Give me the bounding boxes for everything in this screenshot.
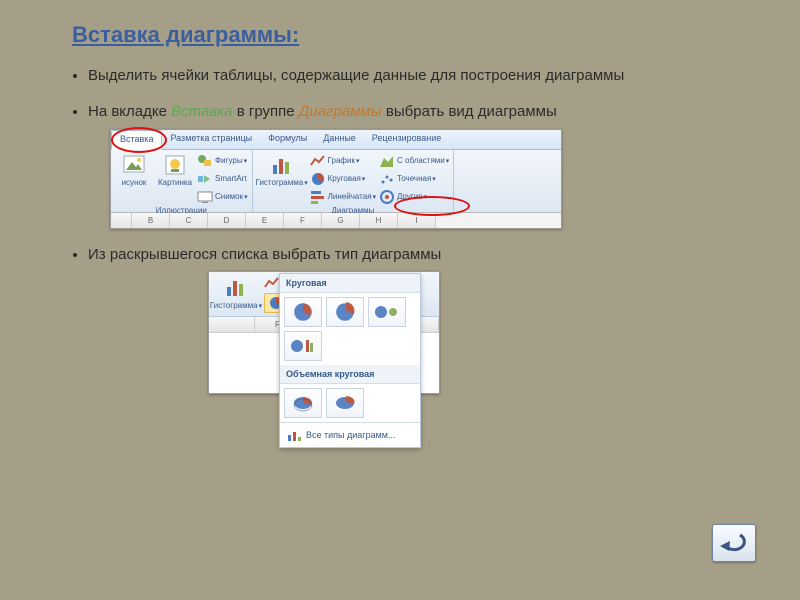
slide-title: Вставка диаграммы: (0, 0, 800, 56)
other-charts-button[interactable]: Другие (379, 189, 449, 205)
clipart-button[interactable]: Картинка (156, 153, 194, 187)
other-charts-icon (379, 189, 395, 205)
bullet-list: Выделить ячейки таблицы, содержащие данн… (0, 66, 800, 394)
emphasis-insert: Вставка (171, 103, 232, 120)
bar-chart-icon (310, 189, 326, 205)
screenshot-icon (197, 189, 213, 205)
pie-type-3[interactable] (368, 297, 406, 327)
pie3d-type-2[interactable] (326, 388, 364, 418)
dropdown-screenshot: Гистограмма График Круговая С областями … (208, 271, 440, 394)
pie-type-4[interactable] (284, 331, 322, 361)
all-charts-icon (286, 427, 302, 443)
pie-chart-icon (310, 171, 326, 187)
all-chart-types-button[interactable]: Все типы диаграмм... (280, 422, 420, 447)
tab-data[interactable]: Данные (315, 130, 364, 149)
line-chart-icon (310, 153, 326, 169)
shapes-icon (197, 153, 213, 169)
clipart-icon (163, 153, 187, 177)
line-chart-icon (264, 275, 280, 291)
gallery-header-3dpie: Объемная круговая (280, 365, 420, 384)
picture-icon (122, 153, 146, 177)
column-headers: BC DE FG HI (111, 212, 561, 228)
gallery-header-pie: Круговая (280, 274, 420, 293)
scatter-chart-button[interactable]: Точечная (379, 171, 449, 187)
bullet-1: Выделить ячейки таблицы, содержащие данн… (88, 66, 770, 86)
tab-formulas[interactable]: Формулы (260, 130, 315, 149)
tab-review[interactable]: Рецензирование (364, 130, 450, 149)
scatter-chart-icon (379, 171, 395, 187)
column-chart-icon (270, 153, 294, 177)
back-button[interactable] (712, 524, 756, 562)
pie-gallery: Круговая Объемная круговая Все т (279, 273, 421, 448)
bullet-2: На вкладке Вставка в группе Диаграммы вы… (88, 102, 770, 228)
pie-type-2[interactable] (326, 297, 364, 327)
pie-type-1[interactable] (284, 297, 322, 327)
bar-chart-button[interactable]: Линейчатая (310, 189, 376, 205)
screenshot-button[interactable]: Снимок (197, 189, 248, 205)
smartart-button[interactable]: SmartArt (197, 171, 248, 187)
pie-chart-button[interactable]: Круговая (310, 171, 376, 187)
ribbon-screenshot: Вставка Разметка страницы Формулы Данные… (110, 129, 562, 229)
emphasis-charts: Диаграммы (299, 103, 382, 120)
area-chart-button[interactable]: С областями (379, 153, 449, 169)
tab-insert[interactable]: Вставка (111, 130, 162, 150)
area-chart-icon (379, 153, 395, 169)
group-illustrations: исунок Картинка Фигуры SmartArt Снимок (111, 150, 253, 212)
back-arrow-icon (720, 532, 748, 554)
column-chart-button-2[interactable]: Гистограмма (212, 275, 260, 312)
shapes-button[interactable]: Фигуры (197, 153, 248, 169)
column-chart-button[interactable]: Гистограмма (257, 153, 307, 187)
bullet-3: Из раскрывшегося списка выбрать тип диаг… (88, 245, 770, 394)
tab-pagelayout[interactable]: Разметка страницы (162, 130, 260, 149)
ribbon-tabs: Вставка Разметка страницы Формулы Данные… (111, 130, 561, 150)
pie3d-type-1[interactable] (284, 388, 322, 418)
smartart-icon (197, 171, 213, 187)
group-charts: Гистограмма График Круговая Линейчатая С… (253, 150, 455, 212)
column-chart-icon (224, 275, 248, 299)
line-chart-button[interactable]: График (310, 153, 376, 169)
picture-button[interactable]: исунок (115, 153, 153, 187)
